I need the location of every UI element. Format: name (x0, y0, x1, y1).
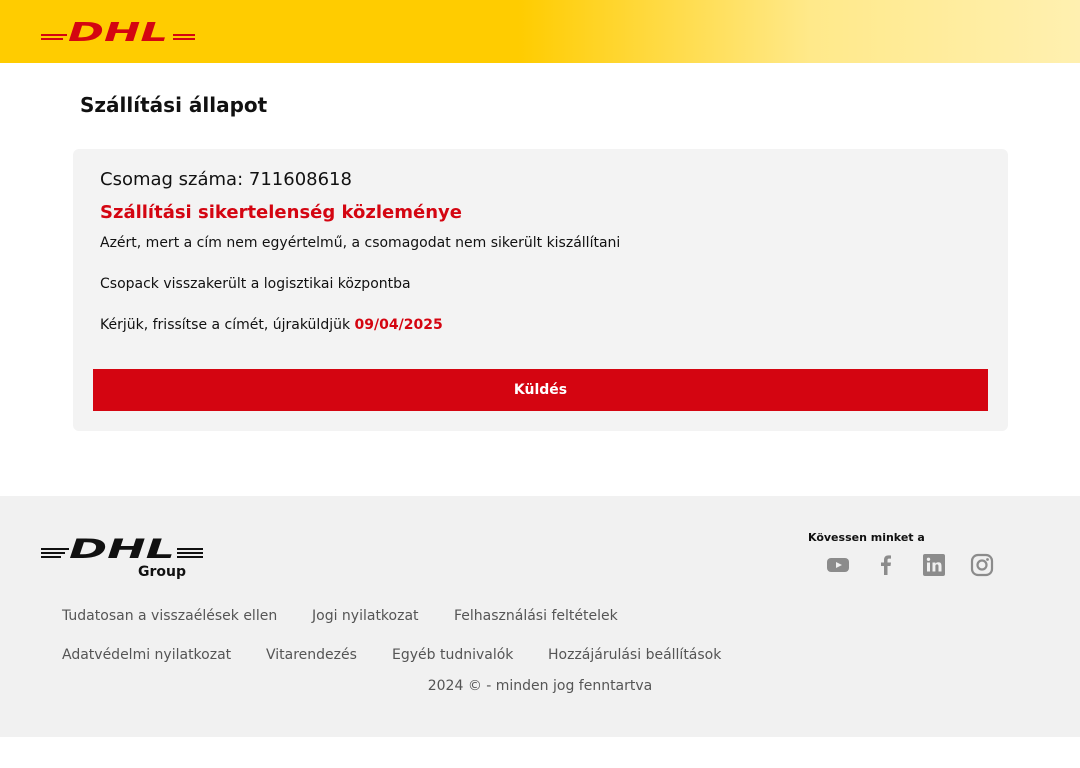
update-address-label: Kérjük, frissítse a címét, újraküldjük (100, 317, 351, 333)
instagram-icon[interactable] (970, 553, 994, 577)
follow-us-label: Kövessen minket a (808, 531, 925, 544)
package-number-line: Csomag száma: 711608618 (100, 169, 352, 190)
package-label: Csomag száma: (100, 169, 244, 190)
delivery-failure-title: Szállítási sikertelenség közleménye (100, 202, 462, 223)
page-title: Szállítási állapot (80, 93, 268, 117)
footer-link-privacy-notice[interactable]: Adatvédelmi nyilatkozat (62, 647, 231, 663)
footer-logo-sub: Group (138, 564, 186, 580)
failure-reason-text: Azért, mert a cím nem egyértelmű, a csom… (100, 235, 621, 251)
shipment-status-card: Csomag száma: 711608618 Szállítási siker… (73, 149, 1008, 431)
footer-link-legal-notice[interactable]: Jogi nyilatkozat (312, 608, 419, 624)
update-address-text: Kérjük, frissítse a címét, újraküldjük 0… (100, 317, 443, 333)
footer-link-consent-settings[interactable]: Hozzájárulási beállítások (548, 647, 721, 663)
header-logo-text: DHL (68, 19, 168, 44)
youtube-icon[interactable] (826, 553, 850, 577)
dhl-group-logo[interactable]: DHL Group (41, 534, 203, 580)
footer-link-terms-of-use[interactable]: Felhasználási feltételek (454, 608, 618, 624)
package-number: 711608618 (248, 169, 352, 190)
site-header: DHL (0, 0, 1080, 63)
return-status-text: Csopack visszakerült a logisztikai közpo… (100, 276, 411, 292)
facebook-icon[interactable] (874, 553, 898, 577)
linkedin-icon[interactable] (922, 553, 946, 577)
footer-link-fraud-awareness[interactable]: Tudatosan a visszaélések ellen (62, 608, 277, 624)
footer-logo-text: DHL (69, 534, 175, 565)
copyright-text: 2024 © - minden jog fenntartva (427, 678, 653, 694)
site-footer: DHL Group Kövessen minket a Tudatosan a … (0, 496, 1080, 737)
send-button[interactable]: Küldés (93, 369, 988, 411)
resend-date: 09/04/2025 (354, 317, 443, 333)
footer-link-other-info[interactable]: Egyéb tudnivalók (392, 647, 513, 663)
footer-link-dispute-resolution[interactable]: Vitarendezés (266, 647, 357, 663)
dhl-logo[interactable]: DHL (41, 19, 195, 44)
